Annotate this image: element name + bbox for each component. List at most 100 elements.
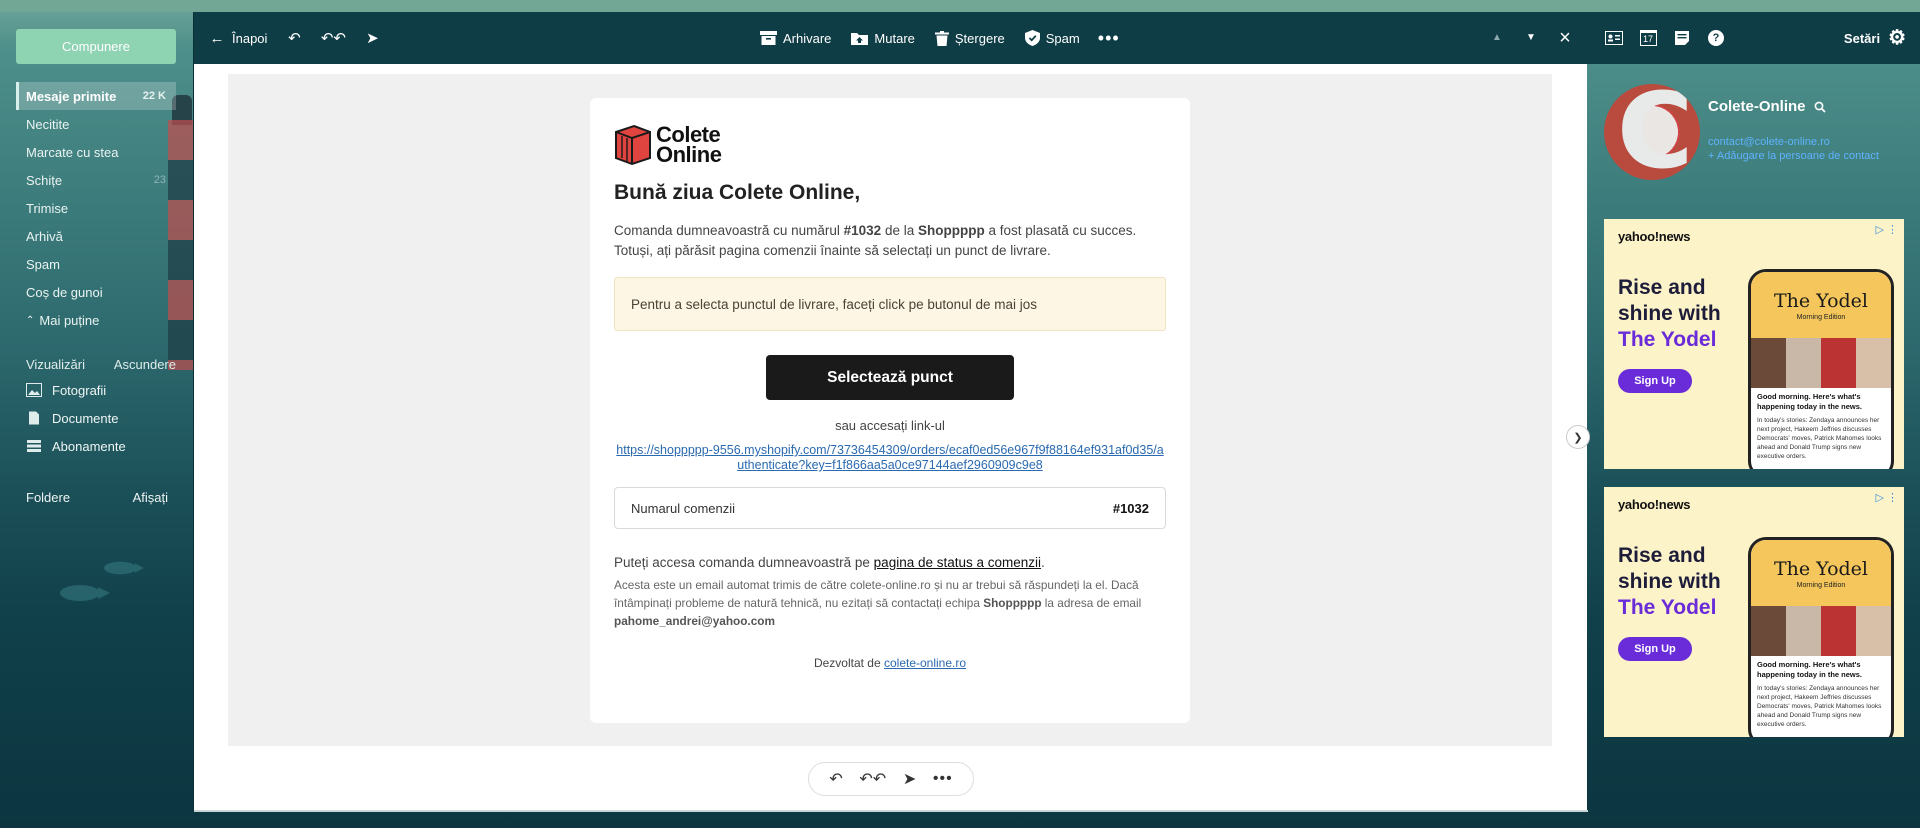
status-page-link[interactable]: pagina de status a comenzii bbox=[874, 555, 1041, 570]
archive-button[interactable]: Arhivare bbox=[760, 31, 831, 46]
reply-icon[interactable]: ↶ bbox=[285, 29, 303, 47]
sidebar-item-label: Necitite bbox=[26, 116, 70, 132]
support-email: pahome_andrei@yahoo.com bbox=[614, 614, 775, 628]
spam-label: Spam bbox=[1045, 30, 1080, 46]
delete-label: Ștergere bbox=[954, 30, 1005, 46]
hide-views-link[interactable]: Ascundere bbox=[114, 357, 176, 372]
folder-list: Mesaje primite 22 K Necitite Marcate cu … bbox=[16, 82, 176, 334]
powered-by: Dezvoltat de colete-online.ro bbox=[813, 656, 967, 670]
sidebar-item-label: Mai puține bbox=[39, 312, 100, 328]
sidebar-item-trash[interactable]: Coș de gunoi bbox=[16, 278, 176, 306]
photo-icon bbox=[26, 383, 42, 397]
add-to-contacts-link[interactable]: + Adăugare la persoane de contact bbox=[1708, 150, 1879, 162]
more-options-icon[interactable]: ••• bbox=[1098, 29, 1119, 47]
ad-brand: yahoo!news bbox=[1618, 229, 1691, 244]
notepad-icon[interactable] bbox=[1672, 29, 1692, 47]
sidebar-item-label: Mesaje primite bbox=[26, 88, 117, 104]
reply-all-icon[interactable]: ↶↶ bbox=[321, 29, 346, 47]
ad-choices-icon[interactable]: ▷ ⋮ bbox=[1875, 223, 1898, 236]
folders-header: Foldere Afișați bbox=[26, 490, 168, 505]
forward-icon[interactable]: ➤ bbox=[363, 29, 381, 47]
avatar bbox=[1604, 84, 1700, 180]
more-options-icon[interactable]: ••• bbox=[933, 770, 953, 788]
contacts-icon[interactable] bbox=[1604, 29, 1624, 47]
box-logo-icon bbox=[615, 124, 651, 166]
move-label: Mutare bbox=[874, 30, 915, 46]
sidebar-item-unread[interactable]: Necitite bbox=[16, 110, 176, 138]
view-item-subscriptions[interactable]: Abonamente bbox=[26, 432, 176, 460]
sidebar-item-inbox[interactable]: Mesaje primite 22 K bbox=[16, 82, 176, 110]
order-number: #1032 bbox=[843, 223, 882, 238]
order-number-label: Numarul comenzii bbox=[631, 500, 736, 516]
calendar-icon[interactable]: 17 bbox=[1638, 29, 1658, 47]
move-button[interactable]: Mutare bbox=[851, 30, 915, 46]
sidebar-item-label: Schițe bbox=[26, 172, 63, 188]
help-icon[interactable]: ? bbox=[1706, 29, 1726, 47]
contact-email-link[interactable]: contact@colete-online.ro bbox=[1708, 136, 1830, 148]
previous-message-icon[interactable]: ▲ bbox=[1488, 29, 1506, 47]
unread-count: 22 K bbox=[142, 90, 166, 102]
background-top-strip bbox=[0, 0, 1920, 12]
sidebar-item-show-less[interactable]: ⌃ Mai puține bbox=[16, 306, 176, 334]
sidebar-item-sent[interactable]: Trimise bbox=[16, 194, 176, 222]
folders-label[interactable]: Foldere bbox=[26, 490, 70, 505]
left-sidebar: Compunere Mesaje primite 22 K Necitite M… bbox=[0, 12, 192, 828]
gear-icon: ⚙ bbox=[1888, 27, 1906, 49]
shield-icon bbox=[1024, 30, 1040, 46]
sidebar-item-archive[interactable]: Arhivă bbox=[16, 222, 176, 250]
sidebar-item-starred[interactable]: Marcate cu stea bbox=[16, 138, 176, 166]
expand-panel-chevron-icon[interactable]: ❯ bbox=[1566, 425, 1590, 449]
email-card: Colete Online Bună ziua Colete Online, C… bbox=[590, 98, 1190, 723]
automated-disclaimer: Acesta este un email automat trimis de c… bbox=[614, 578, 1142, 628]
chevron-up-icon: ⌃ bbox=[26, 314, 35, 326]
ad-phone-image: The Yodel Morning Edition Good morning. … bbox=[1748, 537, 1894, 737]
ad-brand: yahoo!news bbox=[1618, 497, 1691, 512]
back-label: Înapoi bbox=[232, 30, 268, 46]
settings-button[interactable]: Setări ⚙ bbox=[1844, 12, 1906, 64]
advertisement[interactable]: yahoo!news ▷ ⋮ Rise and shine with The Y… bbox=[1604, 219, 1904, 469]
reply-icon[interactable]: ↶ bbox=[829, 769, 842, 789]
logo-text-line2: Online bbox=[656, 142, 722, 167]
or-access-link-text: sau accesați link-ul bbox=[835, 418, 945, 433]
drafts-count: 23 bbox=[153, 174, 166, 186]
spam-button[interactable]: Spam bbox=[1024, 30, 1080, 46]
back-button[interactable]: ← Înapoi bbox=[208, 29, 268, 47]
views-list: Fotografii Documente Abonamente bbox=[26, 376, 176, 460]
close-icon[interactable]: × bbox=[1556, 28, 1574, 48]
archive-label: Arhivare bbox=[783, 30, 832, 46]
trash-icon bbox=[934, 30, 949, 46]
compose-button[interactable]: Compunere bbox=[16, 29, 176, 64]
sidebar-item-label: Marcate cu stea bbox=[26, 144, 119, 160]
ad-choices-icon[interactable]: ▷ ⋮ bbox=[1875, 491, 1898, 504]
view-item-label: Fotografii bbox=[52, 382, 107, 398]
advertisement[interactable]: yahoo!news ▷ ⋮ Rise and shine with The Y… bbox=[1604, 487, 1904, 737]
sidebar-item-drafts[interactable]: Schițe 23 bbox=[16, 166, 176, 194]
ad-signup-button[interactable]: Sign Up bbox=[1618, 637, 1692, 661]
status-page-line: Puteți accesa comanda dumneavoastră pe p… bbox=[614, 555, 1045, 570]
show-folders-link[interactable]: Afișați bbox=[133, 490, 168, 505]
settings-label: Setări bbox=[1843, 30, 1881, 46]
next-message-icon[interactable]: ▼ bbox=[1522, 29, 1540, 47]
select-point-button[interactable]: Selectează punct bbox=[766, 355, 1014, 400]
contact-name[interactable]: Colete-Online bbox=[1708, 98, 1826, 115]
reply-all-icon[interactable]: ↶↶ bbox=[859, 769, 886, 789]
forward-icon[interactable]: ➤ bbox=[903, 769, 916, 789]
sidebar-item-label: Arhivă bbox=[26, 228, 63, 244]
document-icon bbox=[29, 411, 39, 425]
views-label[interactable]: Vizualizări bbox=[26, 357, 85, 372]
view-item-photos[interactable]: Fotografii bbox=[26, 376, 176, 404]
delivery-notice: Pentru a selecta punctul de livrare, fac… bbox=[614, 277, 1166, 331]
bottom-action-bar: ↶ ↶↶ ➤ ••• bbox=[808, 762, 974, 796]
view-item-documents[interactable]: Documente bbox=[26, 404, 176, 432]
delete-button[interactable]: Ștergere bbox=[934, 30, 1005, 46]
ad-signup-button[interactable]: Sign Up bbox=[1618, 369, 1692, 393]
move-folder-icon bbox=[851, 33, 869, 45]
sidebar-item-label: Spam bbox=[26, 256, 60, 272]
colete-online-logo: Colete Online bbox=[614, 122, 1166, 168]
search-icon[interactable] bbox=[1814, 101, 1826, 113]
sidebar-item-spam[interactable]: Spam bbox=[16, 250, 176, 278]
colete-online-link[interactable]: colete-online.ro bbox=[884, 656, 966, 670]
order-authenticate-link[interactable]: https://shoppppp-9556.myshopify.com/7373… bbox=[614, 443, 1166, 473]
message-body: Colete Online Bună ziua Colete Online, C… bbox=[228, 74, 1552, 746]
divider bbox=[194, 810, 1588, 812]
